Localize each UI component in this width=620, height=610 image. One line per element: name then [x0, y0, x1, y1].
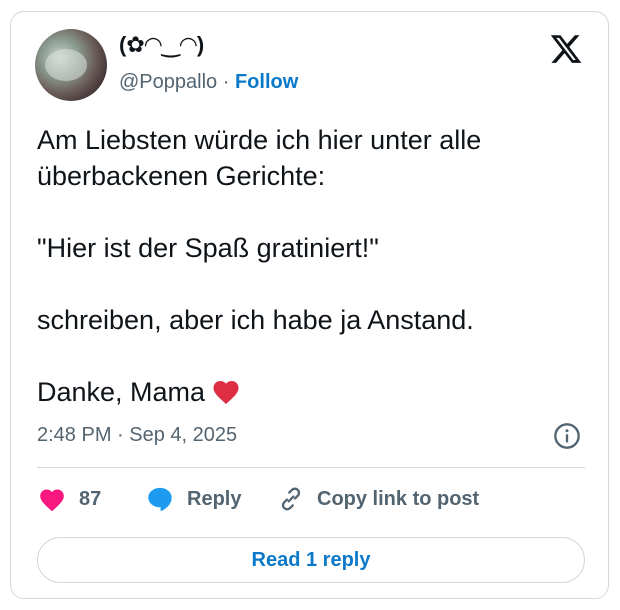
copy-link-button[interactable]: Copy link to post [277, 482, 479, 516]
like-button[interactable]: 87 [37, 482, 101, 516]
reply-label: Reply [187, 487, 242, 510]
tweet-card: (✿◠‿◠) @Poppallo · Follow Am Liebsten wü… [10, 11, 609, 599]
author-handle[interactable]: @Poppallo [119, 71, 217, 93]
avatar[interactable] [35, 29, 107, 101]
info-icon[interactable] [553, 422, 581, 450]
tweet-text: Am Liebsten würde ich hier unter alle üb… [37, 122, 582, 410]
tweet-body: Am Liebsten würde ich hier unter alle üb… [37, 125, 482, 407]
follow-link[interactable]: Follow [235, 71, 298, 93]
like-heart-icon [40, 489, 64, 512]
link-icon [281, 487, 301, 511]
like-count: 87 [79, 487, 102, 510]
author-display-name[interactable]: (✿◠‿◠) [119, 32, 204, 58]
divider [37, 467, 585, 468]
x-logo-icon[interactable] [549, 32, 583, 66]
reply-bubble-icon [148, 487, 172, 512]
heart-icon [213, 381, 239, 404]
read-replies-button[interactable]: Read 1 reply [37, 537, 585, 583]
tweet-actions: 87 Reply Copy link to post [37, 482, 585, 516]
reply-button[interactable]: Reply [145, 482, 241, 516]
handle-separator: · [222, 71, 230, 93]
copy-link-label: Copy link to post [317, 487, 480, 510]
author-handle-line: @Poppallo · Follow [119, 71, 298, 94]
tweet-timestamp[interactable]: 2:48 PM · Sep 4, 2025 [37, 424, 237, 447]
